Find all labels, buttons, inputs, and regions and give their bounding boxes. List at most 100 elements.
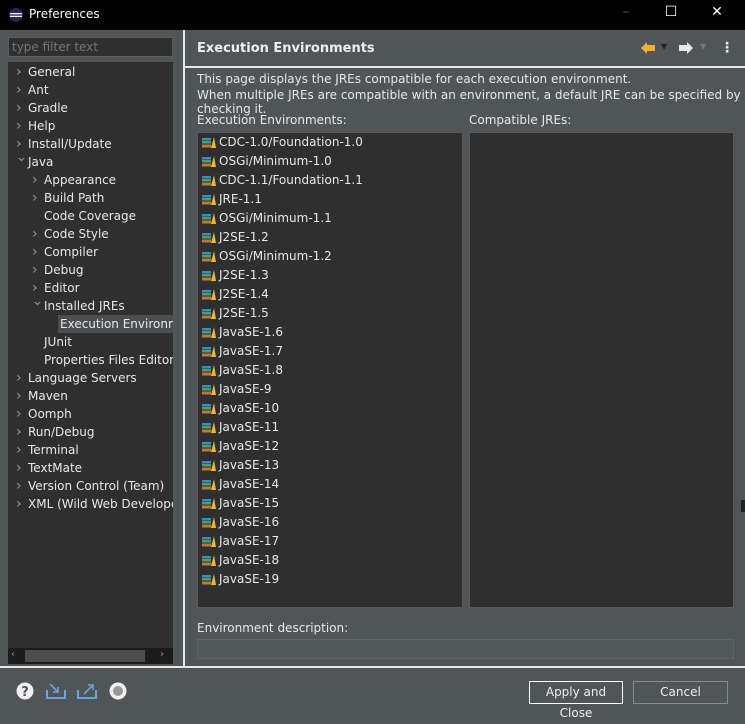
tree-item[interactable]: › Oomph	[8, 405, 173, 423]
environment-item[interactable]: J2SE-1.5	[202, 304, 269, 323]
chevron-right-icon[interactable]: ›	[16, 423, 26, 441]
filter-input[interactable]	[8, 37, 173, 57]
environment-item[interactable]: OSGi/Minimum-1.2	[202, 247, 332, 266]
tree-item[interactable]: › Build Path	[8, 189, 173, 207]
environment-description-field[interactable]	[197, 639, 734, 659]
close-button[interactable]: ✕	[702, 4, 732, 24]
chevron-right-icon[interactable]: ›	[16, 495, 26, 513]
chevron-right-icon[interactable]: ›	[16, 81, 26, 99]
tree-item[interactable]: › TextMate	[8, 459, 173, 477]
environment-item[interactable]: OSGi/Minimum-1.1	[202, 209, 332, 228]
tree-item[interactable]: JUnit	[8, 333, 173, 351]
environment-item[interactable]: JavaSE-15	[202, 494, 279, 513]
environment-label: JavaSE-15	[219, 496, 280, 510]
tree-item[interactable]: Properties Files Editor	[8, 351, 173, 369]
chevron-right-icon[interactable]: ›	[16, 405, 26, 423]
chevron-right-icon[interactable]: ›	[32, 189, 42, 207]
tree-item[interactable]: › Terminal	[8, 441, 173, 459]
tree-item[interactable]: ⌄ Installed JREs	[8, 294, 173, 315]
chevron-right-icon[interactable]: ›	[16, 117, 26, 135]
tree-item-label: Properties Files Editor	[44, 353, 173, 367]
environment-item[interactable]: JavaSE-10	[202, 399, 279, 418]
environment-item[interactable]: JavaSE-12	[202, 437, 279, 456]
tree-item[interactable]: › Maven	[8, 387, 173, 405]
environment-item[interactable]: J2SE-1.3	[202, 266, 269, 285]
chevron-right-icon[interactable]: ›	[32, 261, 42, 279]
chevron-right-icon[interactable]: ›	[32, 171, 42, 189]
footer-divider	[0, 666, 745, 668]
scrollbar-thumb[interactable]	[25, 650, 145, 662]
tree-item[interactable]: › XML (Wild Web Developer)	[8, 495, 173, 513]
chevron-down-icon[interactable]: ⌄	[32, 293, 43, 311]
environment-item[interactable]: JavaSE-14	[202, 475, 279, 494]
chevron-right-icon[interactable]: ›	[32, 225, 42, 243]
environment-item[interactable]: JavaSE-19	[202, 570, 279, 589]
jre-library-icon	[202, 365, 216, 376]
tree-item[interactable]: › Language Servers	[8, 369, 173, 387]
apply-and-close-button[interactable]: Apply and Close	[529, 681, 623, 720]
tree-item[interactable]: › Code Style	[8, 225, 173, 243]
scroll-right-icon[interactable]: ›	[160, 649, 164, 660]
compatible-jres-list[interactable]	[469, 132, 734, 608]
cancel-button[interactable]: Cancel	[633, 681, 728, 704]
tree-item[interactable]: › Version Control (Team)	[8, 477, 173, 495]
environment-item[interactable]: JavaSE-1.6	[202, 323, 283, 342]
environment-item[interactable]: J2SE-1.4	[202, 285, 269, 304]
view-menu-icon[interactable]: ⋮	[720, 40, 734, 56]
tree-item[interactable]: › Help	[8, 117, 173, 135]
environment-item[interactable]: JavaSE-17	[202, 532, 279, 551]
chevron-right-icon[interactable]: ›	[16, 99, 26, 117]
tree-item[interactable]: › Gradle	[8, 99, 173, 117]
tree-item-label: Code Style	[44, 227, 109, 241]
tree-item[interactable]: › Ant	[8, 81, 173, 99]
environment-item[interactable]: JavaSE-9	[202, 380, 272, 399]
sash-divider[interactable]	[183, 30, 185, 666]
chevron-right-icon[interactable]: ›	[32, 243, 42, 261]
tree-item[interactable]: › Debug	[8, 261, 173, 279]
environments-list[interactable]: CDC-1.0/Foundation-1.0 OSGi/Minimum-1.0 CD…	[197, 132, 463, 608]
import-icon[interactable]	[45, 682, 67, 700]
environment-item[interactable]: OSGi/Minimum-1.0	[202, 152, 332, 171]
record-icon[interactable]	[109, 682, 127, 700]
back-dropdown-icon[interactable]: ▼	[661, 42, 667, 51]
chevron-right-icon[interactable]: ›	[16, 369, 26, 387]
environment-item[interactable]: CDC-1.1/Foundation-1.1	[202, 171, 363, 190]
environment-item[interactable]: JavaSE-13	[202, 456, 279, 475]
tree-item[interactable]: Code Coverage	[8, 207, 173, 225]
maximize-button[interactable]: ☐	[656, 4, 686, 24]
scroll-left-icon[interactable]: ‹	[11, 649, 15, 660]
eclipse-logo-icon	[9, 8, 23, 22]
tree-item[interactable]: › Appearance	[8, 171, 173, 189]
environment-item[interactable]: JavaSE-18	[202, 551, 279, 570]
tree-item[interactable]: › Install/Update	[8, 135, 173, 153]
tree-item[interactable]: › Compiler	[8, 243, 173, 261]
environment-item[interactable]: JavaSE-1.8	[202, 361, 283, 380]
environment-item[interactable]: JRE-1.1	[202, 190, 262, 209]
chevron-right-icon[interactable]: ›	[16, 63, 26, 81]
back-arrow-icon[interactable]	[641, 42, 655, 54]
export-icon[interactable]	[76, 682, 98, 700]
tree-item-label: TextMate	[28, 461, 83, 475]
chevron-right-icon[interactable]: ›	[16, 387, 26, 405]
environment-item[interactable]: JavaSE-16	[202, 513, 279, 532]
tree-item[interactable]: Execution Environme	[58, 315, 173, 333]
environment-item[interactable]: JavaSE-1.7	[202, 342, 283, 361]
environment-item[interactable]: J2SE-1.2	[202, 228, 269, 247]
jre-library-icon	[202, 479, 216, 490]
minimize-button[interactable]: –	[611, 4, 641, 24]
tree-item-label: Terminal	[28, 443, 79, 457]
tree-item[interactable]: ⌄ Java	[8, 150, 173, 171]
tree-horizontal-scrollbar[interactable]: ‹ ›	[8, 648, 173, 664]
chevron-right-icon[interactable]: ›	[16, 477, 26, 495]
chevron-right-icon[interactable]: ›	[16, 459, 26, 477]
tree-item[interactable]: › General	[8, 63, 173, 81]
chevron-right-icon[interactable]: ›	[16, 441, 26, 459]
environment-item[interactable]: CDC-1.0/Foundation-1.0	[202, 133, 363, 152]
forward-dropdown-icon[interactable]: ▼	[700, 42, 706, 51]
page-description-2: When multiple JREs are compatible with a…	[197, 88, 741, 116]
chevron-down-icon[interactable]: ⌄	[16, 149, 27, 167]
help-icon[interactable]: ?	[16, 682, 34, 700]
environment-item[interactable]: JavaSE-11	[202, 418, 279, 437]
tree-item[interactable]: › Run/Debug	[8, 423, 173, 441]
forward-arrow-icon[interactable]	[679, 42, 693, 54]
